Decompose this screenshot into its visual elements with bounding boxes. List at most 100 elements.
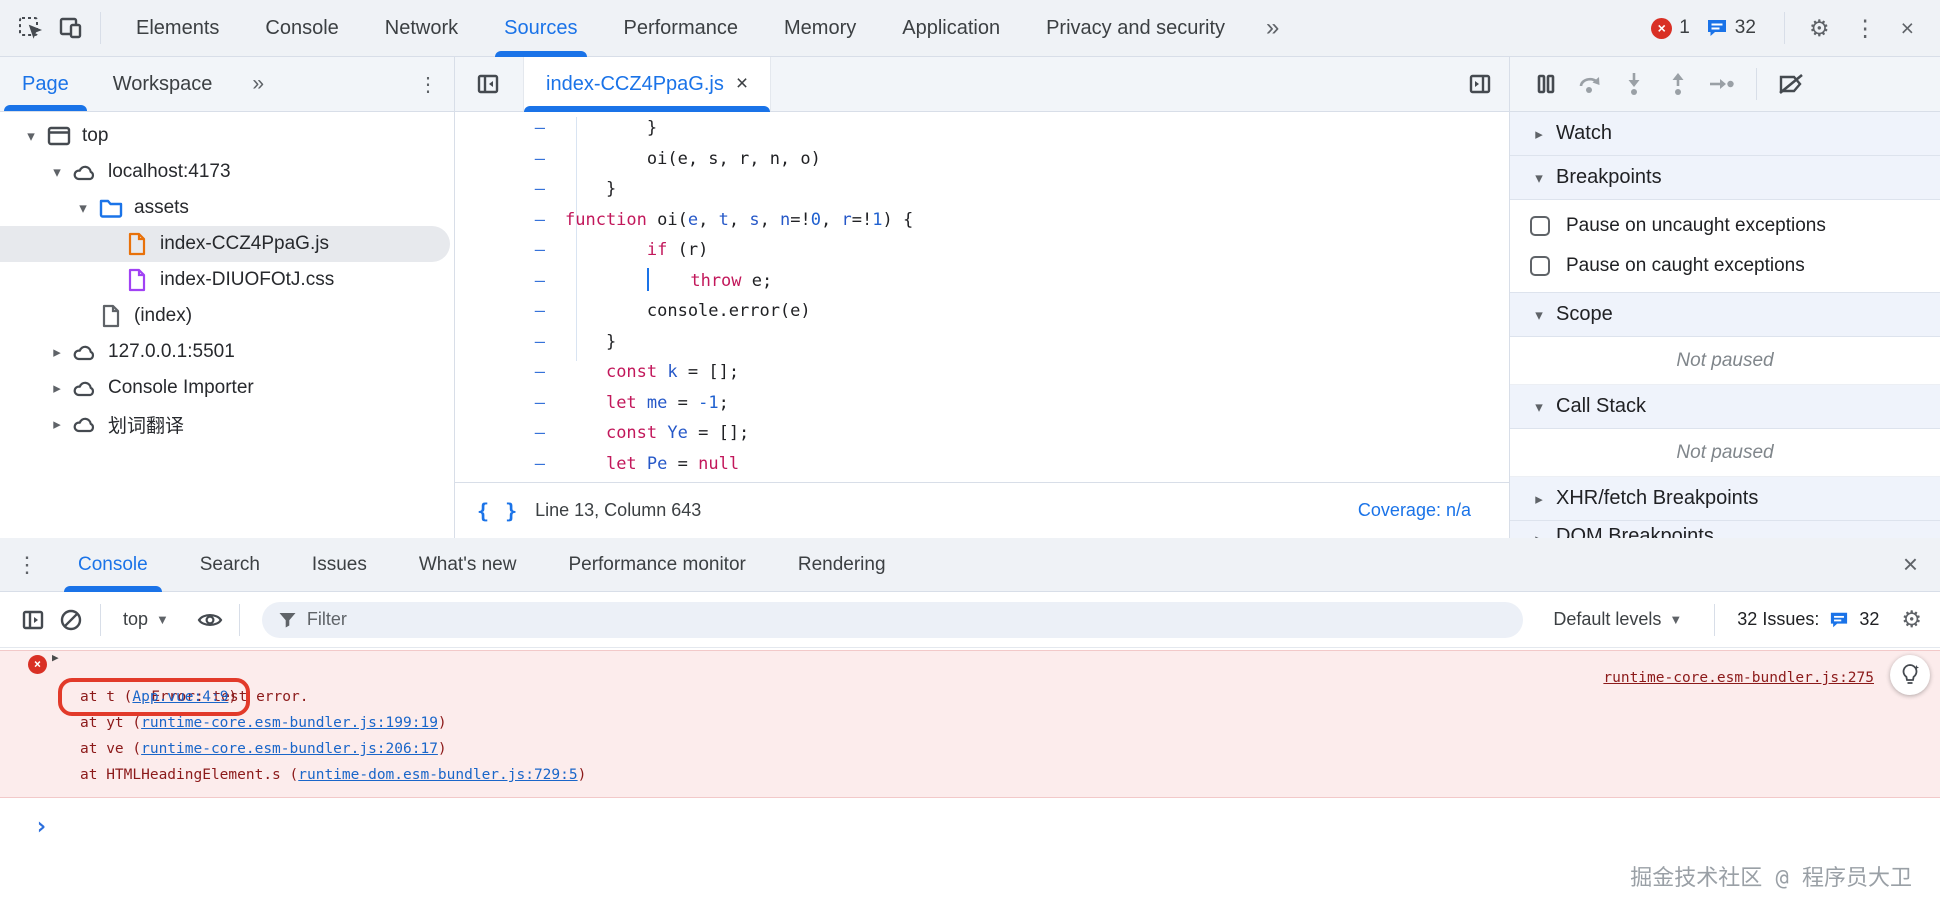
step-out-icon[interactable] [1656,64,1700,104]
navigator-more-tabs-icon[interactable]: » [234,72,282,96]
stack-source-link[interactable]: runtime-dom.esm-bundler.js:729:5 [298,767,577,783]
stack-source-link[interactable]: App.vue:4:9 [132,689,228,705]
context-selector[interactable]: top ▼ [113,609,179,630]
console-settings-gear-icon[interactable]: ⚙ [1889,606,1926,633]
frame-icon [44,125,74,147]
coverage-link[interactable]: Coverage: n/a [1358,500,1471,521]
error-count[interactable]: 1 [1679,17,1690,39]
tree-item-label: 划词翻译 [108,411,184,438]
console-error-message[interactable]: × ▶ Error: test error. runtime-core.esm-… [0,650,1940,798]
navigator-tab-page[interactable]: Page [0,57,91,111]
levels-dropdown[interactable]: Default levels ▼ [1543,609,1692,630]
chevron-down-icon[interactable]: ▾ [70,199,96,217]
drawer-kebab-icon[interactable]: ⋮ [0,552,52,578]
tree-item-(index)[interactable]: (index) [0,298,454,334]
toggle-debugger-sidebar-icon[interactable] [1463,67,1497,101]
chevron-down-icon: ▾ [1528,169,1550,187]
drawer-tab-what-s-new[interactable]: What's new [393,538,543,591]
issues-counter-count[interactable]: 32 [1859,609,1879,630]
clear-console-icon[interactable] [54,603,88,637]
chevron-right-icon[interactable]: ▸ [44,343,70,361]
section-label: Scope [1556,303,1613,326]
section-header-scope[interactable]: ▾ Scope [1510,293,1940,337]
code-editor[interactable]: – }– oi(e, s, r, n, o)– }–function oi(e,… [455,113,1509,482]
settings-gear-icon[interactable]: ⚙ [1797,15,1842,42]
tree-item-index-diuofotj-css[interactable]: index-DIUOFOtJ.css [0,262,454,298]
issues-bubble-icon[interactable] [1829,611,1849,629]
resume-pause-icon[interactable] [1524,64,1568,104]
code-token: function [565,210,647,230]
tab-memory[interactable]: Memory [761,0,879,56]
cloud-icon [70,378,100,398]
code-token: console.error(e) [565,301,811,321]
close-tab-icon[interactable]: × [736,72,748,96]
console-prompt[interactable]: › [34,812,1940,840]
tab-sources[interactable]: Sources [481,0,600,56]
navigator-tab-workspace[interactable]: Workspace [91,57,235,111]
drawer-tab-rendering[interactable]: Rendering [772,538,912,591]
close-devtools-icon[interactable]: × [1889,15,1926,42]
section-header-breakpoints[interactable]: ▾ Breakpoints [1510,156,1940,200]
chevron-right-icon[interactable]: ▸ [44,379,70,397]
chevron-down-icon: ▾ [1528,306,1550,324]
checkbox-unchecked[interactable] [1530,256,1550,276]
drawer-tab-issues[interactable]: Issues [286,538,393,591]
toggle-navigator-icon[interactable] [471,67,505,101]
deactivate-breakpoints-icon[interactable] [1769,64,1813,104]
tree-item-index-ccz4ppag-js[interactable]: index-CCZ4PpaG.js [0,226,450,262]
inspect-element-icon[interactable] [14,11,48,45]
collapsed-line-marker: – [513,327,545,358]
ai-insight-bulb-icon[interactable] [1890,655,1930,695]
device-toolbar-icon[interactable] [54,11,88,45]
section-header-dom-breakpoints[interactable]: ▸DOM Breakpoints [1510,521,1940,538]
drawer-tab-performance-monitor[interactable]: Performance monitor [542,538,771,591]
drawer-tab-search[interactable]: Search [174,538,286,591]
tree-item-划词翻译[interactable]: ▸ 划词翻译 [0,406,454,442]
tab-elements[interactable]: Elements [113,0,242,56]
section-label: Breakpoints [1556,166,1662,189]
chevron-right-icon: ▸ [1528,490,1550,508]
levels-value: Default levels [1553,609,1661,630]
console-sidebar-icon[interactable] [16,603,50,637]
section-header-xhr-fetch-breakpoints[interactable]: ▸XHR/fetch Breakpoints [1510,477,1940,521]
tree-item-localhost-4173[interactable]: ▾localhost:4173 [0,154,454,190]
step-over-icon[interactable] [1568,64,1612,104]
checkbox-label: Pause on caught exceptions [1566,255,1805,277]
tree-item-console-importer[interactable]: ▸Console Importer [0,370,454,406]
tab-application[interactable]: Application [879,0,1023,56]
chevron-down-icon[interactable]: ▾ [44,163,70,181]
issues-bubble-icon[interactable] [1706,18,1728,38]
code-token: if [647,240,667,260]
tree-item-127-0-0-1-5501[interactable]: ▸127.0.0.1:5501 [0,334,454,370]
code-token: =! [852,210,872,230]
stack-source-link[interactable]: runtime-core.esm-bundler.js:199:19 [141,715,438,731]
tab-network[interactable]: Network [362,0,481,56]
filter-input[interactable]: Filter [262,602,1523,638]
editor-tab-index-js[interactable]: index-CCZ4PpaG.js × [523,57,771,111]
live-expression-eye-icon[interactable] [193,603,227,637]
checkbox-unchecked[interactable] [1530,216,1550,236]
section-header-call-stack[interactable]: ▾Call Stack [1510,385,1940,429]
kebab-menu-icon[interactable]: ⋮ [1842,15,1889,42]
tab-performance[interactable]: Performance [601,0,762,56]
more-tabs-icon[interactable]: » [1248,14,1297,42]
tab-console[interactable]: Console [242,0,361,56]
issues-counter-label[interactable]: 32 Issues: [1737,609,1819,630]
navigator-kebab-icon[interactable]: ⋮ [406,72,454,97]
pretty-print-icon[interactable]: { } [477,499,519,523]
tab-privacy-and-security[interactable]: Privacy and security [1023,0,1248,56]
chevron-down-icon[interactable]: ▾ [18,127,44,145]
tree-item-assets[interactable]: ▾assets [0,190,454,226]
error-count-icon[interactable]: × [1651,18,1672,39]
section-header-watch[interactable]: ▸Watch [1510,112,1940,156]
stack-source-link[interactable]: runtime-core.esm-bundler.js:206:17 [141,741,438,757]
drawer-tab-console[interactable]: Console [52,538,174,591]
step-icon[interactable] [1700,64,1744,104]
step-into-icon[interactable] [1612,64,1656,104]
close-drawer-icon[interactable]: × [1881,549,1940,580]
tree-item-top[interactable]: ▾top [0,118,454,154]
stack-frame-annotated: at t (App.vue:4:9) [0,684,1940,710]
issues-count[interactable]: 32 [1735,17,1756,39]
chevron-right-icon[interactable]: ▸ [44,415,70,433]
code-line-8: – } [455,327,1509,358]
